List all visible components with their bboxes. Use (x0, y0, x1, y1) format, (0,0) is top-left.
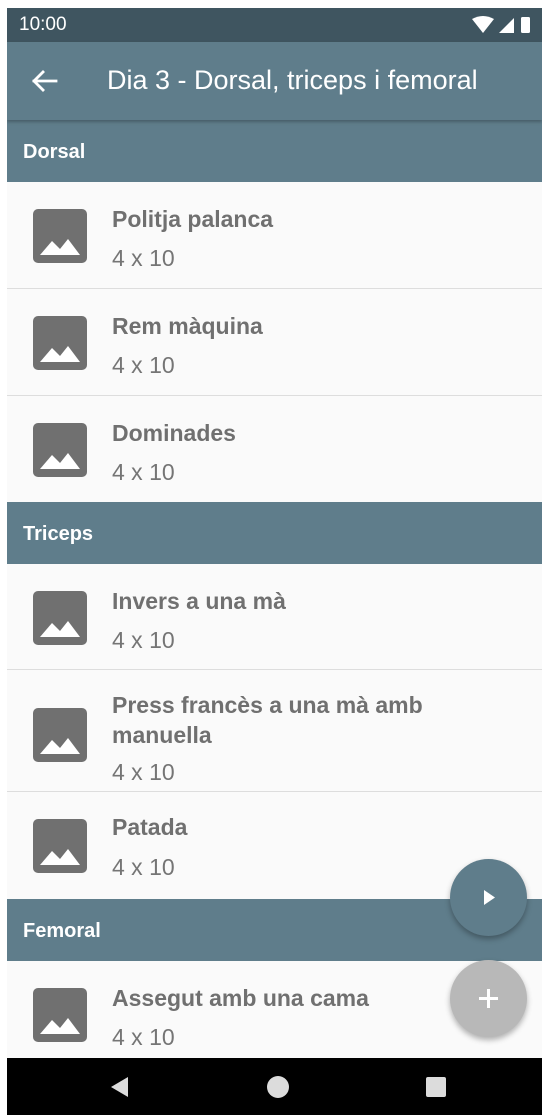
exercise-name: Invers a una mà (112, 588, 286, 614)
status-icons (472, 16, 530, 33)
phone-screen: 10:00 Dia 3 - Dorsal, triceps i femoral … (7, 8, 542, 1115)
image-placeholder-icon (33, 316, 87, 370)
list-item[interactable]: Rem màquina 4 x 10 (7, 289, 542, 396)
exercise-sets: 4 x 10 (112, 245, 175, 271)
add-exercise-button[interactable] (450, 960, 527, 1037)
list-item[interactable]: Invers a una mà 4 x 10 (7, 564, 542, 670)
exercise-name: Dominades (112, 420, 236, 446)
section-header-dorsal: Dorsal (7, 120, 542, 182)
status-bar: 10:00 (7, 8, 542, 42)
add-icon (479, 989, 498, 1008)
nav-recents-icon[interactable] (423, 1074, 449, 1100)
image-placeholder-icon (33, 423, 87, 477)
exercise-sets: 4 x 10 (112, 854, 175, 880)
section-title: Triceps (23, 523, 94, 545)
section-title: Dorsal (23, 141, 86, 163)
arrow-back-icon[interactable] (29, 66, 59, 96)
system-nav-bar (7, 1058, 542, 1115)
exercise-name: Rem màquina (112, 313, 263, 339)
battery-icon (521, 17, 530, 33)
exercise-name: Press francès a una mà amb manuella (112, 692, 423, 748)
signal-icon (499, 18, 514, 33)
image-placeholder-icon (33, 708, 87, 762)
wifi-icon (472, 16, 494, 33)
section-header-triceps: Triceps (7, 502, 542, 564)
page-title: Dia 3 - Dorsal, triceps i femoral (107, 65, 478, 95)
exercise-name: Patada (112, 814, 188, 840)
image-placeholder-icon (33, 988, 87, 1042)
start-workout-button[interactable] (450, 859, 527, 936)
exercise-sets: 4 x 10 (112, 1024, 175, 1050)
nav-back-icon[interactable] (107, 1074, 133, 1100)
status-time: 10:00 (19, 14, 67, 35)
exercise-sets: 4 x 10 (112, 759, 175, 785)
play-icon (484, 890, 495, 905)
exercise-sets: 4 x 10 (112, 352, 175, 378)
list-item[interactable]: Press francès a una mà amb manuella 4 x … (7, 670, 542, 792)
exercise-name: Politja palanca (112, 206, 274, 232)
section-title: Femoral (23, 920, 101, 942)
list-item[interactable]: Politja palanca 4 x 10 (7, 182, 542, 289)
exercise-sets: 4 x 10 (112, 627, 175, 653)
image-placeholder-icon (33, 209, 87, 263)
nav-home-icon[interactable] (265, 1074, 291, 1100)
exercise-sets: 4 x 10 (112, 459, 175, 485)
list-item[interactable]: Dominades 4 x 10 (7, 396, 542, 502)
image-placeholder-icon (33, 591, 87, 645)
app-bar: Dia 3 - Dorsal, triceps i femoral (7, 42, 542, 120)
image-placeholder-icon (33, 819, 87, 873)
